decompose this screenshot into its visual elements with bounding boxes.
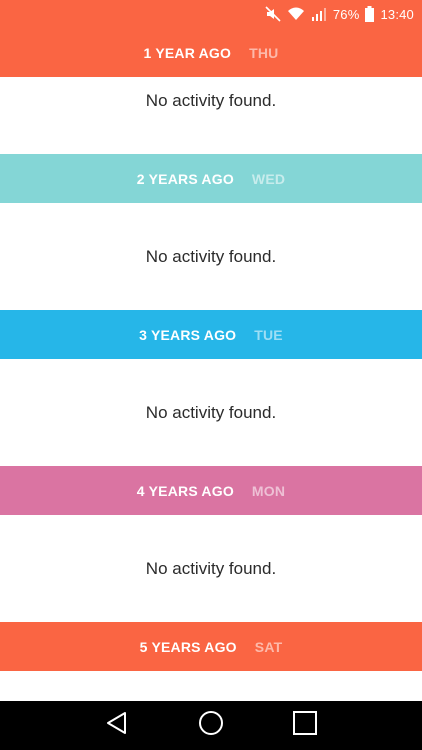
section-label: 3 YEARS AGO <box>139 326 237 343</box>
empty-message-text: No activity found. <box>145 246 277 266</box>
app-screen: 76% 13:40 1 YEAR AGO THU No activity fou… <box>0 0 422 750</box>
section-day: TUE <box>254 326 283 343</box>
empty-activity-message: No activity found. <box>0 359 422 466</box>
section-label: 2 YEARS AGO <box>136 170 234 187</box>
section-header-1-year: 1 YEAR AGO THU <box>0 28 422 77</box>
recents-button[interactable] <box>285 706 325 746</box>
back-button[interactable] <box>97 706 137 746</box>
section-header-3-years: 3 YEARS AGO TUE <box>0 310 422 359</box>
signal-icon <box>311 7 327 21</box>
section-day: MON <box>251 482 286 499</box>
recents-icon <box>292 710 318 741</box>
section-label: 4 YEARS AGO <box>136 482 234 499</box>
mute-icon <box>265 6 281 22</box>
section-day: THU <box>249 44 279 61</box>
back-icon <box>104 710 130 741</box>
section-label: 5 YEARS AGO <box>139 638 237 655</box>
battery-percentage: 76% <box>332 6 360 22</box>
empty-message-text: No activity found. <box>145 558 277 578</box>
status-bar: 76% 13:40 <box>0 0 422 28</box>
wifi-icon <box>287 7 305 21</box>
section-header-2-years: 2 YEARS AGO WED <box>0 154 422 203</box>
battery-icon <box>365 6 375 22</box>
section-header-4-years: 4 YEARS AGO MON <box>0 466 422 515</box>
home-icon <box>197 709 225 742</box>
section-day: SAT <box>254 638 283 655</box>
section-header-5-years: 5 YEARS AGO SAT <box>0 622 422 671</box>
empty-activity-message: No activity found. <box>0 203 422 310</box>
empty-activity-message: No activity found. <box>0 77 422 125</box>
home-button[interactable] <box>191 706 231 746</box>
empty-message-text: No activity found. <box>145 402 277 422</box>
system-navigation-bar <box>0 701 422 750</box>
clock-time: 13:40 <box>380 6 414 22</box>
empty-activity-message: No activity found. <box>0 515 422 622</box>
empty-message-text: No activity found. <box>145 91 277 110</box>
section-label: 1 YEAR AGO <box>143 44 232 61</box>
section-day: WED <box>251 170 286 187</box>
